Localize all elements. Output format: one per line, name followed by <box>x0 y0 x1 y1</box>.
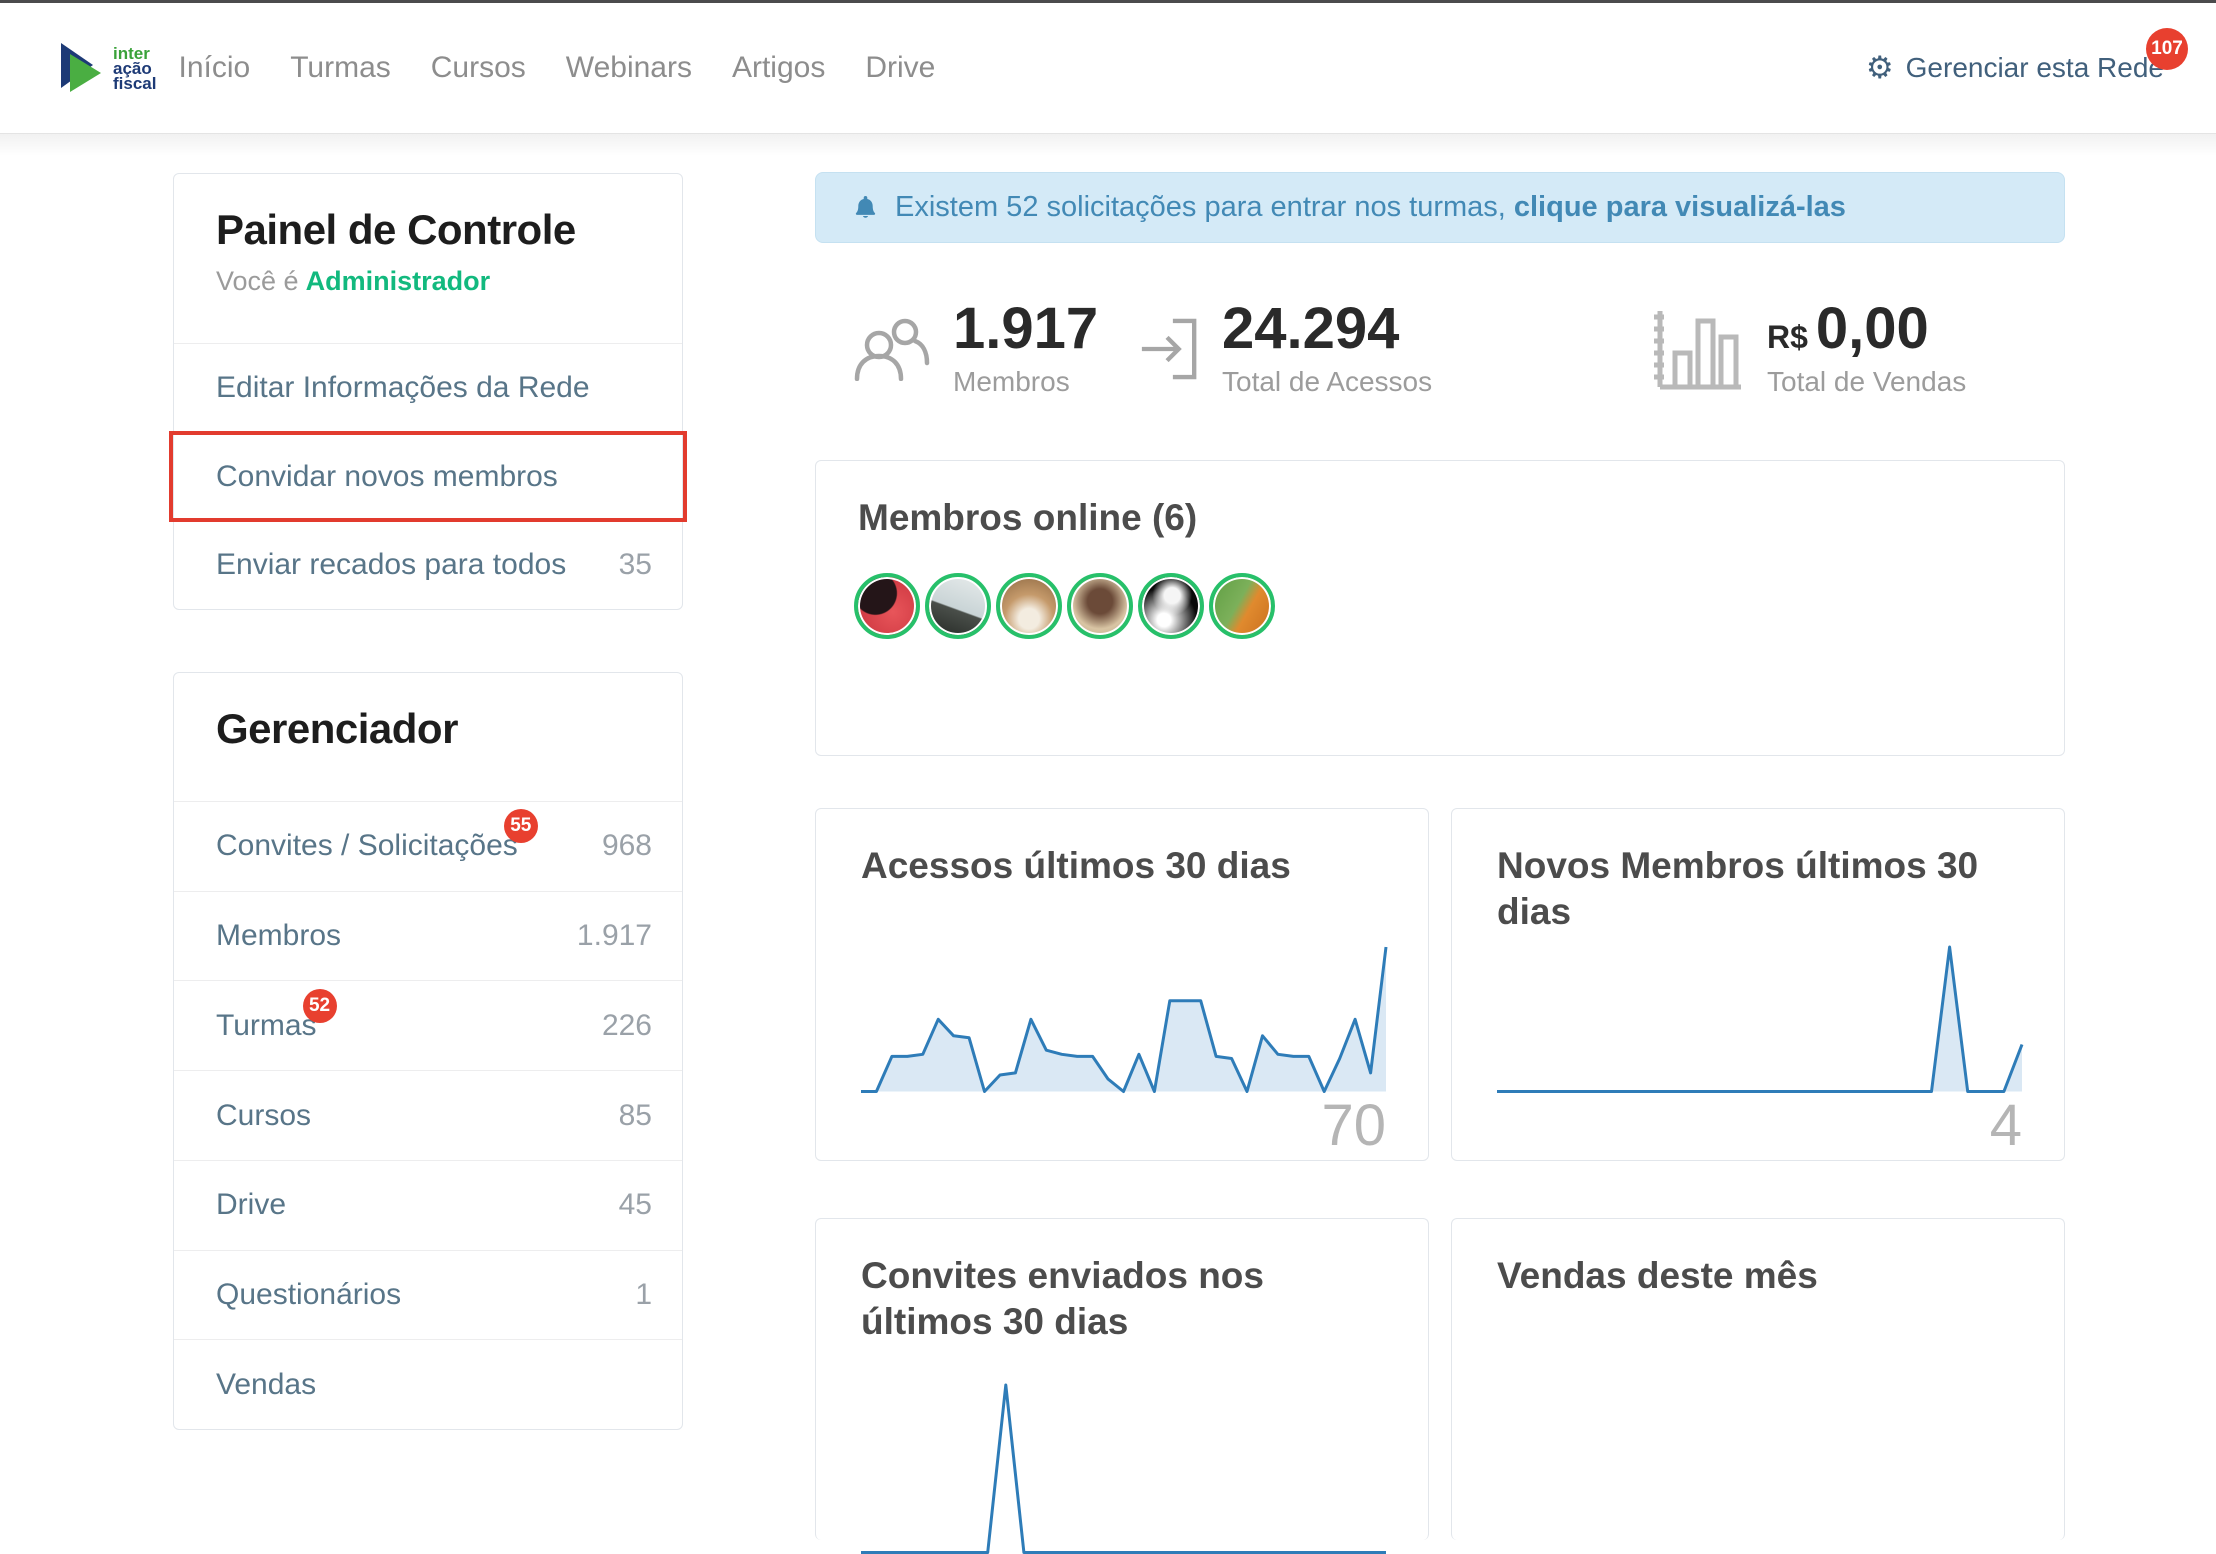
alert-link-text: clique para visualizá-las <box>1514 191 1846 224</box>
members-icon <box>853 317 931 381</box>
logo-text: inter ação fiscal <box>113 46 156 91</box>
currency-symbol: R$ <box>1767 321 1808 353</box>
role-value: Administrador <box>306 266 491 296</box>
sidebar-item-editar-informacoes-da-rede[interactable]: Editar Informações da Rede <box>174 343 682 432</box>
manager-item-questionarios[interactable]: Questionários 1 <box>174 1250 682 1340</box>
manager-card: Gerenciador Convites / Solicitações55 968… <box>173 672 683 1430</box>
item-count: 45 <box>619 1188 652 1222</box>
pending-badge: 52 <box>303 989 337 1023</box>
header-shadow <box>0 134 2216 156</box>
stat-value: 24.294 <box>1222 300 1432 358</box>
convites-line-chart <box>861 1379 1386 1554</box>
avatar-5[interactable] <box>1138 573 1204 639</box>
notification-badge[interactable]: 107 <box>2146 28 2188 70</box>
header: inter ação fiscal Início Turmas Cursos Webi… <box>0 3 2216 134</box>
online-members-card: Membros online (6) <box>815 460 2065 756</box>
nav-item-artigos[interactable]: Artigos <box>732 51 825 85</box>
novos-membros-max-value: 4 <box>1497 1097 2022 1155</box>
nav-item-webinars[interactable]: Webinars <box>566 51 692 85</box>
manager-item-cursos[interactable]: Cursos 85 <box>174 1070 682 1160</box>
gear-icon: ⚙ <box>1866 53 1894 84</box>
manager-head: Gerenciador <box>174 673 682 753</box>
stat-label: Total de Acessos <box>1222 366 1432 398</box>
chart-card-convites: Convites enviados nos últimos 30 dias <box>815 1218 1429 1540</box>
stat-total-de-acessos: 24.294 Total de Acessos <box>1138 300 1432 398</box>
item-count: 1 <box>635 1278 652 1312</box>
avatar-2[interactable] <box>925 573 991 639</box>
stat-value: 1.917 <box>953 300 1098 358</box>
item-label: Vendas <box>216 1368 316 1402</box>
nav-item-turmas[interactable]: Turmas <box>290 51 391 85</box>
pending-badge: 55 <box>504 809 538 843</box>
manager-menu: Convites / Solicitações55 968 Membros 1.917… <box>174 801 682 1429</box>
avatar-4[interactable] <box>1067 573 1133 639</box>
nav-item-drive[interactable]: Drive <box>865 51 935 85</box>
stat-total-de-vendas: R$0,00 Total de Vendas <box>1653 300 1966 398</box>
control-panel-card: Painel de Controle Você éAdministrador E… <box>173 173 683 610</box>
acessos-area-chart <box>861 941 1386 1093</box>
requests-alert-banner[interactable]: Existem 52 solicitações para entrar nos … <box>815 172 2065 243</box>
avatar-6[interactable] <box>1209 573 1275 639</box>
vendas-line-chart <box>1497 1379 2022 1554</box>
access-icon <box>1138 317 1200 381</box>
sidebar-item-enviar-recados-para-todos[interactable]: Enviar recados para todos 35 <box>174 520 682 609</box>
item-label: Questionários <box>216 1278 401 1312</box>
manager-item-convites-solicitacoes[interactable]: Convites / Solicitações55 968 <box>174 801 682 891</box>
sales-icon <box>1653 307 1745 391</box>
sidebar-item-convidar-novos-membros[interactable]: Convidar novos membros <box>174 432 682 521</box>
item-label: Turmas52 <box>216 1009 317 1043</box>
online-members-title: Membros online (6) <box>858 497 1197 539</box>
logo-line-3: fiscal <box>113 76 156 91</box>
chart-title-acessos: Acessos últimos 30 dias <box>861 843 1291 889</box>
main-nav-list: Início Turmas Cursos Webinars Artigos Drive <box>178 51 935 85</box>
main-nav: Início Turmas Cursos Webinars Artigos Drive <box>178 51 935 85</box>
manager-item-vendas[interactable]: Vendas <box>174 1339 682 1429</box>
item-label: Convidar novos membros <box>216 460 558 494</box>
item-count: 35 <box>619 548 652 582</box>
control-panel-head: Painel de Controle Você éAdministrador <box>174 174 682 297</box>
item-count: 968 <box>602 829 652 863</box>
item-label: Editar Informações da Rede <box>216 371 590 405</box>
role-subtitle: Você éAdministrador <box>216 266 642 297</box>
chart-card-acessos: Acessos últimos 30 dias 70 <box>815 808 1429 1161</box>
online-avatars <box>854 573 1275 639</box>
nav-item-cursos[interactable]: Cursos <box>431 51 526 85</box>
item-count: 226 <box>602 1009 652 1043</box>
manage-network-link[interactable]: ⚙ Gerenciar esta Rede 107 <box>1866 52 2164 84</box>
chart-title-novos-membros: Novos Membros últimos 30 dias <box>1497 843 2002 936</box>
manager-item-membros[interactable]: Membros 1.917 <box>174 891 682 981</box>
manage-network-label: Gerenciar esta Rede <box>1906 52 2164 84</box>
item-label: Drive <box>216 1188 286 1222</box>
chart-title-vendas: Vendas deste mês <box>1497 1253 1818 1299</box>
item-label: Enviar recados para todos <box>216 548 566 582</box>
manager-item-turmas[interactable]: Turmas52 226 <box>174 980 682 1070</box>
nav-item-inicio[interactable]: Início <box>178 51 250 85</box>
logo[interactable]: inter ação fiscal <box>60 40 156 96</box>
stat-label: Total de Vendas <box>1767 366 1966 398</box>
item-count: 85 <box>619 1099 652 1133</box>
avatar-1[interactable] <box>854 573 920 639</box>
chart-card-vendas: Vendas deste mês <box>1451 1218 2065 1540</box>
manager-title: Gerenciador <box>216 705 642 753</box>
item-label: Convites / Solicitações55 <box>216 829 518 863</box>
stat-label: Membros <box>953 366 1098 398</box>
logo-play-icon <box>60 40 104 96</box>
item-label: Cursos <box>216 1099 311 1133</box>
chart-card-novos-membros: Novos Membros últimos 30 dias 4 <box>1451 808 2065 1161</box>
item-count: 1.917 <box>577 919 652 953</box>
avatar-3[interactable] <box>996 573 1062 639</box>
stat-value: R$0,00 <box>1767 300 1966 358</box>
role-prefix: Você é <box>216 266 299 296</box>
chart-title-convites: Convites enviados nos últimos 30 dias <box>861 1253 1366 1346</box>
control-panel-menu: Editar Informações da Rede Convidar novos… <box>174 343 682 609</box>
alert-text: Existem 52 solicitações para entrar nos … <box>895 191 1506 224</box>
item-label: Membros <box>216 919 341 953</box>
novos-membros-area-chart <box>1497 941 2022 1093</box>
bell-icon <box>852 192 879 223</box>
stat-membros: 1.917 Membros <box>853 300 1098 398</box>
acessos-max-value: 70 <box>861 1097 1386 1155</box>
page-title: Painel de Controle <box>216 206 642 254</box>
manager-item-drive[interactable]: Drive 45 <box>174 1160 682 1250</box>
